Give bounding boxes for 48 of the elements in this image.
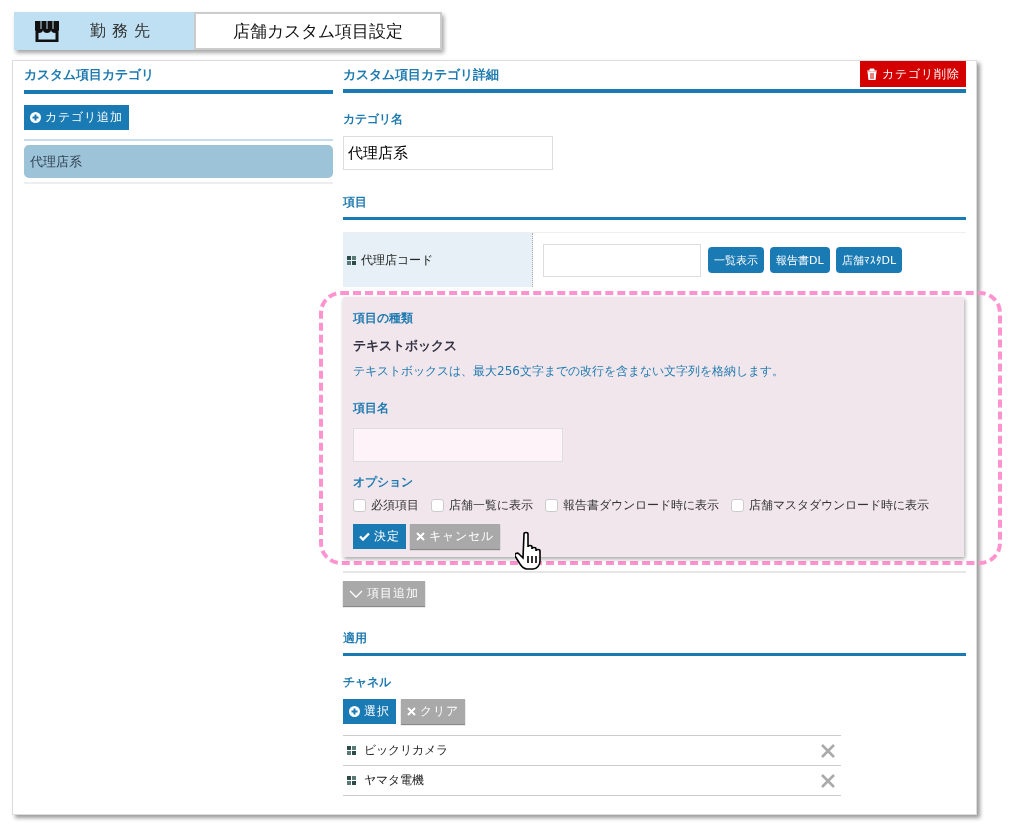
chevron-down-icon: [349, 589, 363, 598]
item-label: 代理店コード: [361, 251, 433, 269]
category-item[interactable]: 代理店系: [24, 145, 333, 178]
remove-icon[interactable]: [821, 743, 835, 758]
storefront-icon: [34, 20, 60, 42]
option-checkbox[interactable]: 店舗一覧に表示: [431, 497, 533, 514]
grid-icon: [347, 776, 356, 785]
section-label: 勤務先: [90, 20, 156, 42]
field-label: チャネル: [343, 674, 392, 691]
grid-icon: [347, 255, 356, 265]
section-heading: カスタム項目カテゴリ詳細: [343, 66, 499, 84]
type-description: テキストボックスは、最大256文字までの改行を含まない文字列を格納します。: [353, 363, 785, 380]
field-label: オプション: [353, 474, 414, 491]
item-action-button[interactable]: 一覧表示: [708, 247, 764, 273]
section-heading: 項目: [343, 194, 966, 220]
remove-icon[interactable]: [821, 773, 835, 788]
plus-circle-icon: [30, 112, 41, 123]
cancel-button[interactable]: キャンセル: [410, 524, 500, 549]
option-checkbox[interactable]: 店舗マスタダウンロード時に表示: [731, 497, 929, 514]
add-category-button[interactable]: カテゴリ追加: [24, 105, 129, 130]
confirm-button[interactable]: 決定: [353, 524, 406, 549]
grid-icon: [347, 746, 356, 755]
select-button[interactable]: 選択: [343, 699, 396, 724]
item-action-button[interactable]: 店舗ﾏｽﾀDL: [835, 247, 903, 273]
field-label: 項目名: [353, 400, 390, 417]
close-icon: [407, 707, 416, 716]
item-value-field[interactable]: [543, 243, 701, 277]
delete-category-button[interactable]: カテゴリ削除: [860, 61, 966, 87]
field-label: 項目の種類: [353, 310, 414, 327]
section-heading: カスタム項目カテゴリ: [24, 61, 333, 94]
field-label: カテゴリ名: [343, 111, 404, 128]
item-name-field[interactable]: [353, 428, 563, 462]
plus-circle-icon: [349, 706, 360, 717]
channel-name: ビックリカメラ: [364, 742, 449, 759]
check-icon: [359, 532, 370, 541]
page-title: 店舗カスタム項目設定: [194, 12, 442, 50]
section-heading: 適用: [343, 630, 966, 656]
category-name-field[interactable]: 代理店系: [343, 136, 553, 170]
item-action-button[interactable]: 報告書DL: [770, 247, 830, 273]
add-item-button[interactable]: 項目追加: [343, 581, 425, 606]
option-checkbox[interactable]: 報告書ダウンロード時に表示: [545, 497, 719, 514]
clear-button[interactable]: クリア: [401, 699, 465, 724]
trash-icon: [866, 68, 878, 80]
type-name: テキストボックス: [353, 337, 458, 355]
section-tab[interactable]: 勤務先: [14, 12, 194, 50]
option-checkbox[interactable]: 必須項目: [353, 497, 419, 514]
channel-name: ヤマタ電機: [364, 772, 425, 789]
close-icon: [416, 532, 425, 541]
